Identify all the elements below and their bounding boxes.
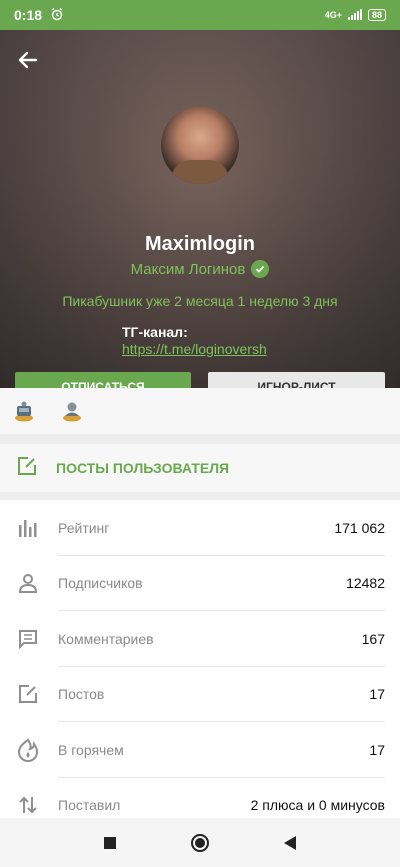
- stat-label: Подписчиков: [58, 575, 143, 592]
- stat-value: 12482: [346, 575, 385, 592]
- network-label: 4G+: [324, 10, 342, 20]
- stat-label: В горячем: [58, 741, 124, 758]
- stat-row-comments: Комментариев 167: [0, 611, 400, 667]
- circle-icon: [191, 833, 209, 852]
- signal-icon: [347, 8, 362, 22]
- stat-value: 17: [369, 686, 385, 703]
- status-bar: 0:18 4G+ 88: [0, 0, 400, 30]
- stat-label: Комментариев: [58, 630, 154, 647]
- fire-icon: [16, 738, 40, 762]
- unsubscribe-button[interactable]: ОТПИСАТЬСЯ: [15, 372, 191, 388]
- member-duration: Пикабушник уже 2 месяца 1 неделю 3 дня: [62, 293, 338, 309]
- stat-row-hot: В горячем 17: [0, 722, 400, 778]
- back-button[interactable]: [14, 46, 42, 74]
- username: Maximlogin: [144, 233, 255, 255]
- alarm-icon: [50, 7, 64, 24]
- stat-row-rating: Рейтинг 171 062: [0, 500, 400, 556]
- awards-bar: [0, 388, 400, 434]
- award-badge-2[interactable]: [62, 400, 82, 422]
- system-nav-bar: [0, 818, 400, 867]
- votes-icon: [16, 793, 40, 817]
- stat-value: 2 плюса и 0 минусов: [250, 797, 385, 814]
- stat-label: Рейтинг: [58, 519, 110, 536]
- profile-header: Maximlogin Максим Логинов Пикабушник уже…: [0, 30, 400, 388]
- award-badge-1[interactable]: [14, 400, 34, 422]
- stat-value: 17: [369, 741, 385, 758]
- ignore-list-button[interactable]: ИГНОР-ЛИСТ: [208, 372, 385, 388]
- subscribers-icon: [16, 571, 40, 595]
- status-time: 0:18: [14, 7, 43, 23]
- stat-value: 171 062: [334, 519, 385, 536]
- stat-label: Постов: [58, 686, 105, 703]
- user-posts-link[interactable]: ПОСТЫ ПОЛЬЗОВАТЕЛЯ: [0, 444, 400, 492]
- comments-icon: [16, 627, 40, 651]
- battery-icon: 88: [367, 9, 386, 21]
- stats-list: Рейтинг 171 062 Подписчиков 12482 Коммен…: [0, 500, 400, 818]
- stat-row-votes: Поставил 2 плюса и 0 минусов: [0, 778, 400, 819]
- recents-button[interactable]: [100, 833, 120, 853]
- verified-icon: [251, 260, 270, 278]
- stat-value: 167: [361, 630, 385, 647]
- tg-channel-label: ТГ-канал:: [122, 324, 188, 340]
- stat-row-posts: Постов 17: [0, 667, 400, 723]
- stat-label: Поставил: [58, 797, 121, 814]
- triangle-left-icon: [284, 835, 296, 850]
- back-nav-button[interactable]: [280, 833, 300, 853]
- real-name: Максим Логинов: [0, 260, 400, 278]
- user-posts-label: ПОСТЫ ПОЛЬЗОВАТЕЛЯ: [56, 460, 230, 476]
- real-name-text: Максим Логинов: [130, 260, 246, 278]
- avatar[interactable]: [161, 106, 239, 184]
- home-button[interactable]: [190, 833, 210, 853]
- tg-channel-link[interactable]: https://t.me/loginoversh: [122, 341, 267, 357]
- arrow-left-icon: [18, 51, 38, 69]
- rating-icon: [16, 516, 40, 540]
- stat-row-subscribers: Подписчиков 12482: [0, 556, 400, 612]
- edit-icon: [16, 455, 38, 482]
- posts-icon: [16, 682, 40, 706]
- square-icon: [104, 836, 116, 849]
